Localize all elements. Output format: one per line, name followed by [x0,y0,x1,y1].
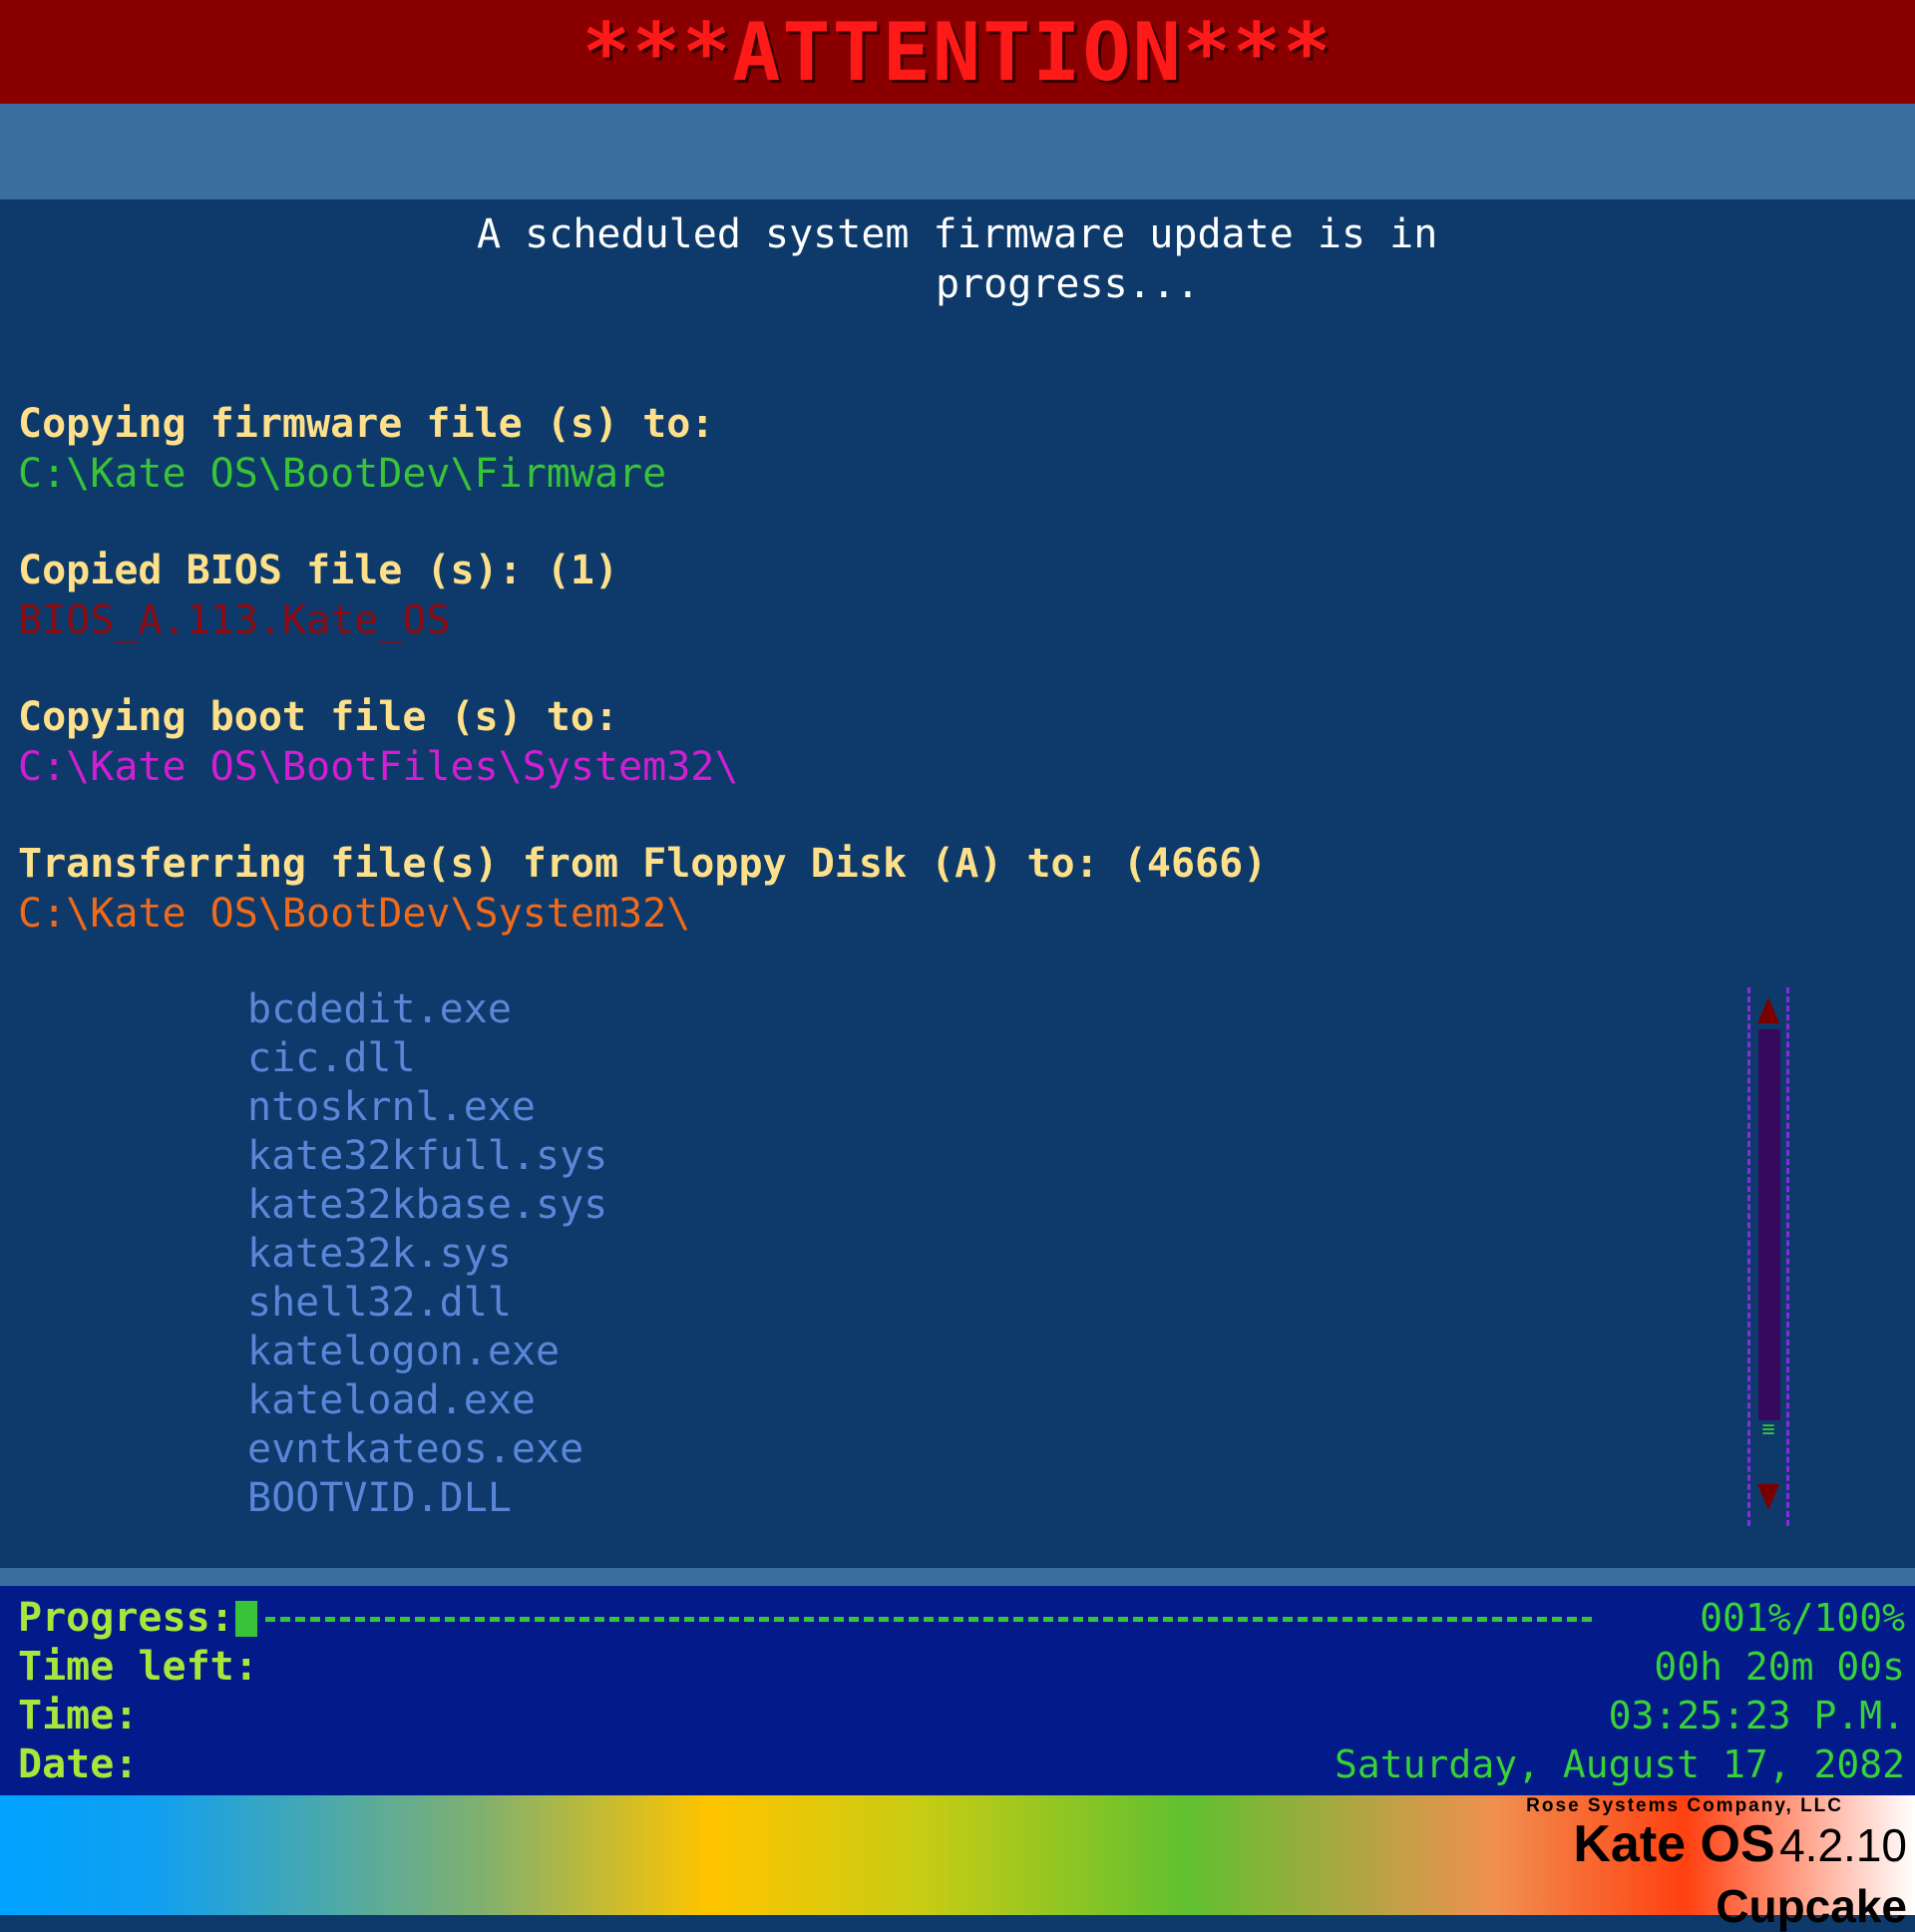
time-label: Time: [18,1693,139,1739]
scrollbar-track[interactable] [1758,1029,1780,1420]
progress-fill [235,1601,257,1637]
file-list-item: bcdedit.exe [247,986,512,1032]
file-list-item: kate32kfull.sys [247,1133,608,1179]
file-list-item: kate32kbase.sys [247,1182,608,1228]
status-message-line-1: A scheduled system firmware update is in [477,211,1438,257]
grip-lines-icon[interactable]: ≡ [1757,1419,1779,1452]
product-line: Kate OS 4.2.10 [1526,1817,1907,1884]
boot-path: C:\Kate OS\BootFiles\System32\ [18,744,739,790]
scrollbar-rail-right [1786,987,1789,1526]
floppy-path: C:\Kate OS\BootDev\System32\ [18,891,691,937]
os-branding: Rose Systems Company, LLC Kate OS 4.2.10… [1526,1795,1907,1932]
bios-section: Copied BIOS file (s): (1) BIOS_A.113.Kat… [18,546,618,645]
file-list: bcdedit.exe cic.dll ntoskrnl.exe kate32k… [247,985,607,1523]
file-list-item: ntoskrnl.exe [247,1084,536,1130]
file-list-item: kate32k.sys [247,1231,512,1277]
date-row: Date: Saturday, August 17, 2082 [18,1740,1905,1789]
progress-value: 001%/100% [1700,1596,1905,1640]
attention-title: ***ATTENTION*** [581,5,1334,99]
product-codename: Cupcake [1716,1880,1907,1932]
file-list-item: kateload.exe [247,1377,536,1423]
firmware-path: C:\Kate OS\BootDev\Firmware [18,451,667,497]
progress-label: Progress: [18,1595,234,1641]
file-list-item: katelogon.exe [247,1329,561,1374]
time-left-label: Time left: [18,1644,258,1690]
time-left-row: Time left: 00h 20m 00s [18,1643,1905,1692]
file-list-item: cic.dll [247,1035,416,1081]
product-version: 4.2.10 [1779,1819,1907,1871]
time-left-value: 00h 20m 00s [1654,1645,1905,1689]
date-label: Date: [18,1741,139,1787]
status-message-line-2: progress... [936,261,1200,307]
company-name: Rose Systems Company, LLC [1526,1795,1843,1816]
file-list-item: evntkateos.exe [247,1426,584,1472]
status-divider [0,1568,1915,1586]
header-band [0,104,1915,199]
status-panel: Progress: 001%/100% Time left: 00h 20m 0… [0,1586,1915,1795]
floppy-section: Transferring file(s) from Floppy Disk (A… [18,839,1267,939]
triangle-up-icon[interactable] [1757,997,1779,1023]
title-bar: ***ATTENTION*** [0,0,1915,104]
boot-section: Copying boot file (s) to: C:\Kate OS\Boo… [18,692,738,792]
firmware-heading: Copying firmware file (s) to: [18,401,715,447]
firmware-section: Copying firmware file (s) to: C:\Kate OS… [18,399,714,499]
progress-track [265,1617,1592,1622]
time-row: Time: 03:25:23 P.M. [18,1692,1905,1740]
footer-gradient: Rose Systems Company, LLC Kate OS 4.2.10… [0,1795,1915,1929]
scrollbar-rail-left [1747,987,1750,1526]
bios-heading: Copied BIOS file (s): (1) [18,548,619,593]
product-name: Kate OS [1573,1815,1775,1873]
file-list-item: shell32.dll [247,1280,512,1326]
bios-file: BIOS_A.113.Kate_OS [18,597,451,643]
progress-row: Progress: 001%/100% [18,1594,1905,1643]
floppy-heading: Transferring file(s) from Floppy Disk (A… [18,841,1268,887]
boot-heading: Copying boot file (s) to: [18,694,619,740]
time-value: 03:25:23 P.M. [1608,1694,1905,1738]
triangle-down-icon[interactable] [1757,1484,1779,1510]
date-value: Saturday, August 17, 2082 [1335,1742,1905,1786]
main-panel: A scheduled system firmware update is in… [0,199,1915,1568]
progress-bar [235,1601,1592,1637]
file-list-item: BOOTVID.DLL [247,1475,512,1521]
file-list-scrollbar[interactable]: ≡ [1745,987,1791,1526]
